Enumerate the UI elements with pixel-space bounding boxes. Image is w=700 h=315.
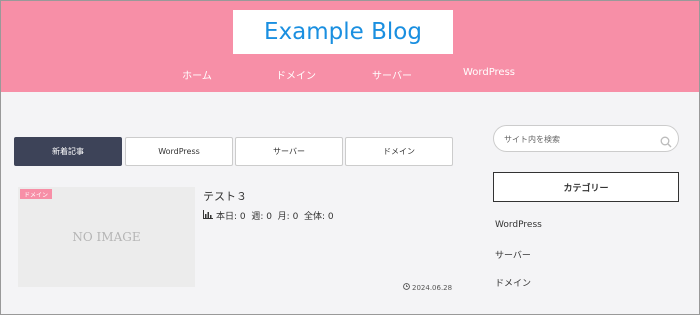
post-stats: 本日: 0 週: 0 月: 0 全体: 0 <box>203 209 334 222</box>
site-header: Example Blog ホーム ドメイン サーバー WordPress <box>0 0 700 92</box>
bar-chart-icon <box>203 209 213 222</box>
nav-wordpress[interactable]: WordPress <box>463 67 515 78</box>
post-date-text: 2024.06.28 <box>412 283 453 292</box>
category-badge: ドメイン <box>20 189 53 199</box>
search-icon[interactable] <box>660 133 672 152</box>
post-date: 2024.06.28 <box>403 283 452 292</box>
search-input[interactable] <box>504 132 654 146</box>
post-title[interactable]: テスト３ <box>203 188 247 204</box>
post-thumbnail[interactable]: NO IMAGE <box>18 187 195 287</box>
category-item-server[interactable]: サーバー <box>495 248 531 261</box>
category-item-wordpress[interactable]: WordPress <box>495 220 542 230</box>
main-nav: ホーム ドメイン サーバー WordPress <box>0 67 700 85</box>
site-logo[interactable]: Example Blog <box>233 10 453 54</box>
site-search <box>493 125 679 152</box>
category-heading: カテゴリー <box>493 172 679 202</box>
tab-latest[interactable]: 新着記事 <box>14 137 122 166</box>
nav-home[interactable]: ホーム <box>182 67 212 82</box>
nav-server[interactable]: サーバー <box>372 67 412 82</box>
nav-domain[interactable]: ドメイン <box>276 67 316 82</box>
tab-server[interactable]: サーバー <box>235 137 343 166</box>
tab-wordpress[interactable]: WordPress <box>125 137 233 166</box>
tab-domain[interactable]: ドメイン <box>345 137 453 166</box>
post-stats-text: 本日: 0 週: 0 月: 0 全体: 0 <box>216 212 334 222</box>
clock-icon <box>403 283 410 292</box>
no-image-text: NO IMAGE <box>72 230 141 244</box>
category-item-domain[interactable]: ドメイン <box>495 276 531 289</box>
